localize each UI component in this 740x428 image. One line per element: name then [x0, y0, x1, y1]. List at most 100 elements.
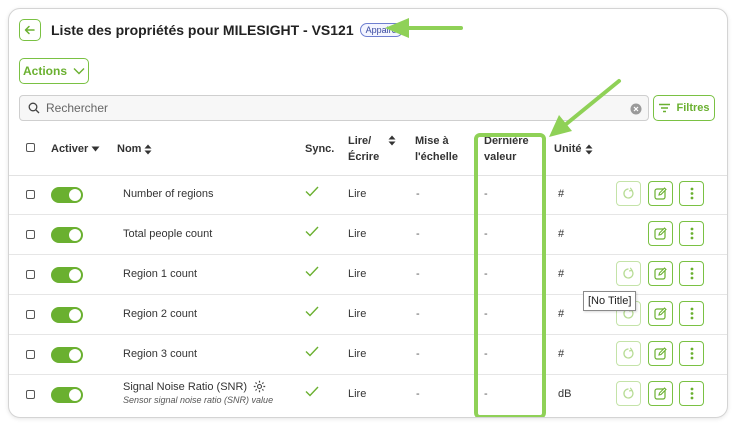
search-icon — [28, 102, 40, 114]
edit-button[interactable] — [648, 221, 673, 246]
chevron-down-icon — [73, 68, 85, 75]
scale-value: - — [416, 348, 420, 360]
sync-check-icon — [305, 306, 319, 320]
edit-icon — [654, 307, 667, 320]
edit-button[interactable] — [648, 301, 673, 326]
row-checkbox[interactable] — [26, 350, 35, 359]
refresh-icon — [623, 187, 634, 199]
column-header-scale: Mise à l'échelle — [415, 133, 458, 165]
scale-value: - — [416, 308, 420, 320]
more-options-button[interactable] — [679, 341, 704, 366]
more-vertical-icon — [690, 347, 693, 360]
refresh-icon — [623, 387, 634, 399]
edit-icon — [654, 267, 667, 280]
sync-check-icon — [305, 186, 319, 200]
read-write-value: Lire — [348, 188, 367, 200]
activate-toggle[interactable] — [51, 387, 83, 403]
tooltip: [No Title] — [583, 291, 637, 311]
sort-icon[interactable] — [388, 135, 396, 146]
read-write-value: Lire — [348, 348, 367, 360]
more-options-button[interactable] — [679, 381, 704, 406]
last-value: - — [484, 308, 488, 320]
unit-value: # — [558, 348, 565, 360]
column-header-read-write[interactable]: Lire/ Écrire — [348, 133, 379, 165]
read-write-value: Lire — [348, 388, 367, 400]
edit-button[interactable] — [648, 261, 673, 286]
refresh-button[interactable] — [616, 381, 641, 406]
row-checkbox[interactable] — [26, 230, 35, 239]
more-options-button[interactable] — [679, 261, 704, 286]
property-name: Region 2 count — [123, 308, 197, 320]
sync-check-icon — [305, 386, 319, 400]
refresh-button[interactable] — [616, 341, 641, 366]
properties-panel: Liste des propriétés pour MILESIGHT - VS… — [8, 8, 728, 418]
unit-value: # — [558, 268, 565, 280]
search-input[interactable] — [46, 101, 606, 115]
refresh-button[interactable] — [616, 181, 641, 206]
more-vertical-icon — [690, 187, 693, 200]
more-options-button[interactable] — [679, 301, 704, 326]
gear-icon[interactable] — [253, 380, 266, 393]
sort-icon — [144, 144, 152, 154]
unit-value: # — [558, 228, 565, 240]
last-value: - — [484, 188, 488, 200]
refresh-icon — [623, 347, 634, 359]
property-name: Signal Noise Ratio (SNR) — [123, 380, 248, 393]
last-value: - — [484, 268, 488, 280]
row-checkbox[interactable] — [26, 390, 35, 399]
scale-value: - — [416, 228, 420, 240]
row-checkbox[interactable] — [26, 310, 35, 319]
column-label: Lire/ — [348, 135, 372, 147]
sync-check-icon — [305, 226, 319, 240]
more-vertical-icon — [690, 267, 693, 280]
activate-toggle[interactable] — [51, 347, 83, 363]
filters-button[interactable]: Filtres — [653, 95, 715, 121]
activate-toggle[interactable] — [51, 307, 83, 323]
property-name: Region 3 count — [123, 348, 197, 360]
table-row: Signal Noise Ratio (SNR) Sensor signal n… — [9, 375, 727, 415]
sync-check-icon — [305, 346, 319, 360]
property-name-cell: Signal Noise Ratio (SNR) Sensor signal n… — [123, 380, 274, 406]
actions-label: Actions — [22, 64, 67, 78]
edit-button[interactable] — [648, 181, 673, 206]
table-row: Number of regions Lire - - # — [9, 175, 727, 215]
row-checkbox[interactable] — [26, 270, 35, 279]
last-value: - — [484, 228, 488, 240]
read-write-value: Lire — [348, 268, 367, 280]
activate-toggle[interactable] — [51, 267, 83, 283]
column-header-activate[interactable]: Activer — [51, 141, 100, 157]
property-name: Total people count — [123, 228, 213, 240]
refresh-button[interactable] — [616, 261, 641, 286]
column-label: Unité — [554, 143, 582, 155]
edit-button[interactable] — [648, 381, 673, 406]
caret-down-icon — [91, 146, 100, 152]
more-options-button[interactable] — [679, 221, 704, 246]
edit-button[interactable] — [648, 341, 673, 366]
column-label: Sync. — [305, 143, 335, 155]
column-header-name[interactable]: Nom — [117, 141, 152, 157]
back-button[interactable] — [19, 19, 41, 41]
last-value: - — [484, 388, 488, 400]
read-write-value: Lire — [348, 308, 367, 320]
filter-icon — [659, 103, 671, 113]
activate-toggle[interactable] — [51, 227, 83, 243]
actions-button[interactable]: Actions — [19, 58, 89, 84]
row-checkbox[interactable] — [26, 190, 35, 199]
edit-icon — [654, 187, 667, 200]
search-bar — [19, 95, 649, 121]
column-label: Activer — [51, 143, 89, 155]
select-all-checkbox[interactable] — [26, 143, 35, 152]
clear-search-icon[interactable] — [630, 103, 642, 115]
last-value: - — [484, 348, 488, 360]
table-row: Region 1 count Lire - - # — [9, 255, 727, 295]
unit-value: # — [558, 188, 565, 200]
activate-toggle[interactable] — [51, 187, 83, 203]
page-header: Liste des propriétés pour MILESIGHT - VS… — [19, 17, 403, 43]
sort-icon — [585, 144, 592, 154]
table-row: Total people count Lire - - # — [9, 215, 727, 255]
filters-label: Filtres — [676, 102, 710, 114]
unit-value: dB — [558, 388, 572, 400]
more-options-button[interactable] — [679, 181, 704, 206]
property-description: Sensor signal noise ratio (SNR) value — [123, 395, 274, 405]
column-header-unit[interactable]: Unité — [554, 141, 593, 157]
